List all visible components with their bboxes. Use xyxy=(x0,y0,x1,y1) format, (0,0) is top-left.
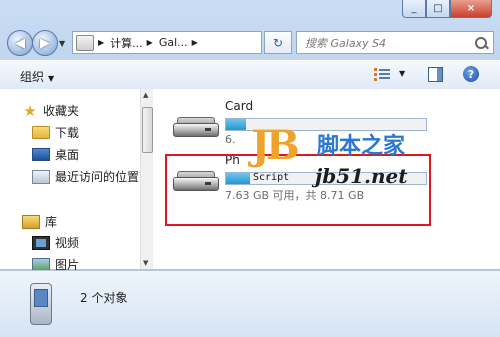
breadcrumb-chevron-icon[interactable]: ▶ xyxy=(147,38,153,47)
watermark-script-label: Script xyxy=(253,172,290,183)
organize-label: 组织 xyxy=(20,70,45,84)
window-controls: _ □ × xyxy=(402,0,492,18)
recent-places-icon xyxy=(32,169,50,184)
sidebar-item-recent-places[interactable]: 最近访问的位置 xyxy=(32,168,139,185)
back-button[interactable]: ◀ xyxy=(7,30,33,56)
sidebar-item-label: 最近访问的位置 xyxy=(55,170,140,184)
removable-drive-icon xyxy=(173,117,219,137)
breadcrumb-galaxy[interactable]: Gal... xyxy=(159,36,188,49)
phone-device-icon xyxy=(30,283,52,325)
scrollbar-thumb[interactable] xyxy=(142,107,153,153)
computer-icon xyxy=(76,34,94,51)
sidebar-item-label: 收藏夹 xyxy=(43,104,80,118)
search-icon[interactable] xyxy=(474,36,488,50)
sidebar-item-label: 视频 xyxy=(55,236,80,250)
organize-button[interactable]: 组织 ▼ xyxy=(20,68,54,85)
address-bar-row: ◀ ▶ ▼ ▶ 计算... ▶ Gal... ▶ ▼ ↻ 搜索 Galaxy S… xyxy=(0,28,500,56)
drive-size: 6. xyxy=(225,133,236,146)
sidebar-item-label: 库 xyxy=(45,215,58,229)
change-view-icon[interactable] xyxy=(374,67,390,81)
chevron-down-icon: ▼ xyxy=(48,74,55,83)
scroll-up-icon[interactable]: ▲ xyxy=(143,91,148,99)
forward-arrow-icon: ▶ xyxy=(40,35,50,51)
star-icon: ★ xyxy=(23,101,37,120)
view-options-dropdown[interactable]: ▼ xyxy=(399,69,405,78)
sidebar-item-libraries[interactable]: 库 xyxy=(22,213,57,230)
breadcrumb-chevron-icon[interactable]: ▶ xyxy=(98,38,104,47)
sidebar-item-favorites[interactable]: ★ 收藏夹 xyxy=(22,102,79,119)
details-pane: 2 个对象 xyxy=(0,270,500,337)
command-bar: 组织 ▼ ▼ ? xyxy=(0,60,500,90)
minimize-button[interactable]: _ xyxy=(402,0,426,18)
help-icon[interactable]: ? xyxy=(463,66,479,82)
watermark-logo: JB xyxy=(251,122,300,169)
folder-icon xyxy=(32,126,50,139)
drive-name: Card xyxy=(225,99,254,113)
desktop-icon xyxy=(32,148,50,161)
forward-button[interactable]: ▶ xyxy=(32,30,58,56)
back-arrow-icon: ◀ xyxy=(15,35,25,51)
sidebar-item-label: 下载 xyxy=(55,126,80,140)
sidebar-item-label: 桌面 xyxy=(55,148,80,162)
refresh-button[interactable]: ↻ xyxy=(264,31,292,54)
item-count: 2 个对象 xyxy=(80,291,128,305)
drive-usage-fill xyxy=(226,119,246,130)
explorer-window: _ □ × ◀ ▶ ▼ ▶ 计算... ▶ Gal... ▶ ▼ ↻ 搜索 Ga… xyxy=(0,0,500,337)
preview-pane-icon[interactable] xyxy=(428,67,443,82)
breadcrumb-chevron-icon[interactable]: ▶ xyxy=(192,38,198,47)
watermark-cn-text: 脚本之家 xyxy=(317,134,406,159)
library-icon xyxy=(22,214,40,229)
close-button[interactable]: × xyxy=(450,0,492,18)
search-input[interactable]: 搜索 Galaxy S4 xyxy=(296,31,494,54)
maximize-button[interactable]: □ xyxy=(426,0,450,18)
sidebar-item-desktop[interactable]: 桌面 xyxy=(32,146,79,163)
sidebar-item-downloads[interactable]: 下载 xyxy=(32,124,79,141)
address-field[interactable]: ▶ 计算... ▶ Gal... ▶ ▼ xyxy=(72,31,329,54)
watermark-url: jb51.net xyxy=(315,164,408,188)
navigation-scrollbar[interactable]: ▲ ▼ xyxy=(140,89,153,269)
navigation-pane: ★ 收藏夹 下载 桌面 最近访问的位置 库 视频 图片 xyxy=(0,89,140,272)
recent-pages-dropdown[interactable]: ▼ xyxy=(59,39,65,48)
sidebar-item-videos[interactable]: 视频 xyxy=(32,234,79,251)
watermark: JB Script 脚本之家 jb51.net xyxy=(245,124,443,194)
refresh-icon: ↻ xyxy=(272,35,284,50)
breadcrumb-computer[interactable]: 计算... xyxy=(110,35,143,51)
scroll-down-icon[interactable]: ▼ xyxy=(143,259,148,267)
video-icon xyxy=(32,235,50,250)
search-placeholder: 搜索 Galaxy S4 xyxy=(305,36,387,50)
